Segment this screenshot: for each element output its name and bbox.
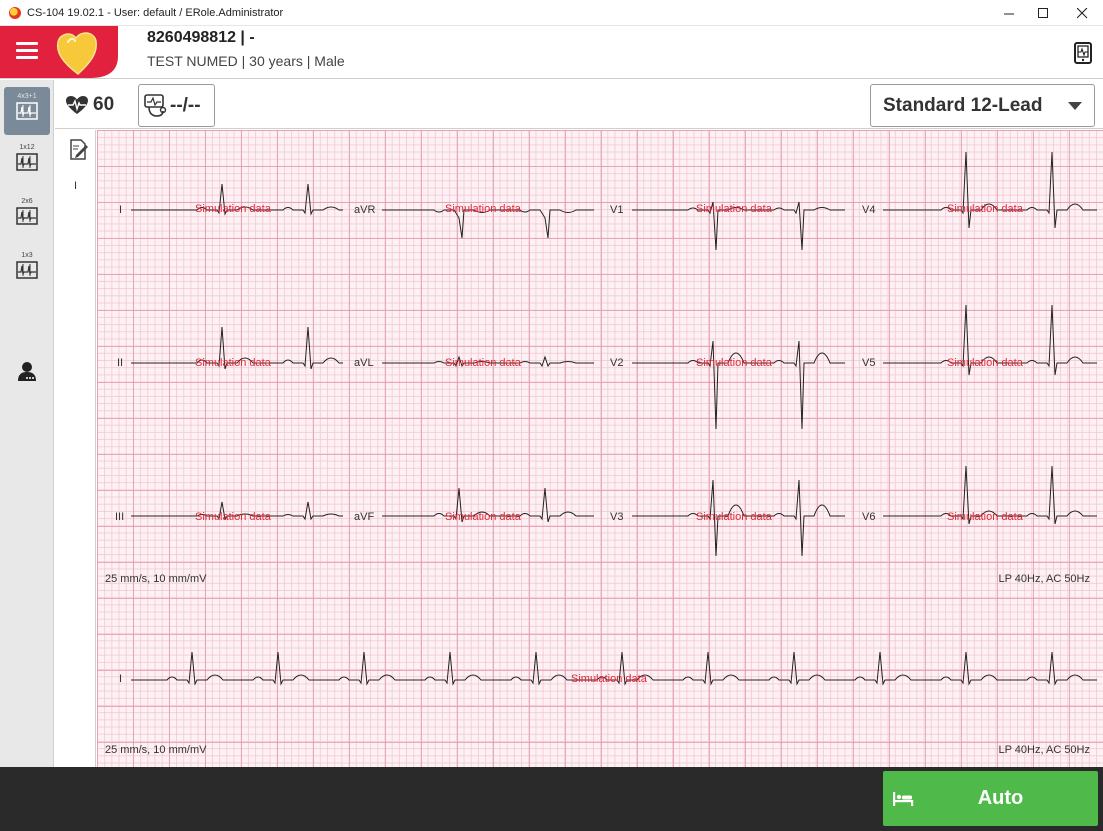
hamburger-menu-icon[interactable] — [16, 42, 38, 60]
simulation-label: Simulation data — [445, 511, 521, 523]
edit-report-icon[interactable] — [67, 138, 89, 160]
sidebar-item-label: 1x3 — [21, 252, 33, 259]
lead-label-V3: V3 — [610, 511, 624, 523]
bottom-bar: Auto — [0, 767, 1103, 831]
speed-info: 25 mm/s, 10 mm/mV — [105, 573, 207, 585]
ecg-traces — [131, 151, 1097, 686]
tablet-device-icon[interactable] — [1073, 42, 1093, 64]
maximize-button[interactable] — [1024, 0, 1062, 26]
auto-button[interactable]: Auto — [883, 771, 1098, 826]
app-header: 8260498812 | - TEST NUMED | 30 years | M… — [0, 26, 1103, 79]
ecg-layout-icon — [16, 261, 38, 279]
app-logo-icon — [9, 6, 21, 19]
lead-label-III: III — [115, 511, 125, 523]
sidebar-item-label: 1x12 — [19, 144, 35, 151]
maximize-icon — [1037, 7, 1048, 18]
blood-pressure-button[interactable]: --/-- — [138, 84, 215, 127]
close-button[interactable] — [1063, 0, 1101, 26]
sidebar-item-label: 4x3+1 — [17, 93, 37, 100]
lead-label-II: II — [117, 357, 124, 369]
speed-info: 25 mm/s, 10 mm/mV — [105, 744, 207, 756]
minimize-icon — [1003, 13, 1014, 14]
heart-logo-icon — [56, 30, 98, 74]
rhythm-marker: I — [74, 180, 78, 192]
simulation-label: Simulation data — [445, 203, 521, 215]
sidebar-item-label: 2x6 — [21, 198, 33, 205]
window-titlebar: CS-104 19.02.1 - User: default / ERole.A… — [0, 0, 1103, 26]
sidebar-item-4x3-1[interactable]: 4x3+1 — [4, 87, 50, 135]
simulation-label: Simulation data — [696, 511, 772, 523]
simulation-label: Simulation data — [195, 203, 271, 215]
lead-label-V6: V6 — [862, 511, 876, 523]
simulation-label: Simulation data — [947, 511, 1023, 523]
window-title: CS-104 19.02.1 - User: default / ERole.A… — [27, 6, 284, 19]
ecg-trace-V2 — [632, 340, 845, 430]
lead-label-aVL: aVL — [354, 357, 374, 369]
ecg-trace-V4 — [883, 151, 1097, 229]
lead-label-V4: V4 — [862, 204, 876, 216]
lead-label-rhythm: I — [119, 673, 123, 685]
simulation-label: Simulation data — [696, 357, 772, 369]
sidebar-item-1x3[interactable]: 1x3 — [4, 246, 50, 294]
filter-info: LP 40Hz, AC 50Hz — [998, 744, 1090, 756]
ecg-layout-icon — [16, 153, 38, 171]
simulation-label: Simulation data — [571, 673, 647, 685]
lead-mode-value: Standard 12-Lead — [883, 94, 1043, 116]
user-icon[interactable] — [16, 361, 38, 383]
lead-mode-select[interactable]: Standard 12-Lead — [870, 84, 1095, 127]
layout-sidebar: 4x3+1 1x12 2x6 1x3 — [0, 80, 54, 767]
patient-id: 8260498812 | - — [147, 29, 255, 46]
simulation-label: Simulation data — [947, 357, 1023, 369]
heart-rate-display: 60 — [65, 94, 114, 116]
simulation-label: Simulation data — [947, 203, 1023, 215]
sidebar-item-1x12[interactable]: 1x12 — [4, 138, 50, 186]
ecg-layout-icon — [16, 102, 38, 120]
filter-info: LP 40Hz, AC 50Hz — [998, 573, 1090, 585]
lead-label-aVR: aVR — [354, 204, 376, 216]
simulation-label: Simulation data — [195, 511, 271, 523]
brand-banner — [0, 26, 118, 78]
blood-pressure-icon — [144, 93, 167, 117]
lead-label-V1: V1 — [610, 204, 624, 216]
blood-pressure-value: --/-- — [170, 94, 201, 116]
heart-rate-value: 60 — [93, 94, 115, 115]
auto-button-label: Auto — [977, 787, 1024, 809]
ecg-layout-icon — [16, 207, 38, 225]
simulation-label: Simulation data — [195, 357, 271, 369]
minimize-button[interactable] — [990, 0, 1028, 26]
ecg-toolbar: 60 --/-- Standard 12-Lead — [55, 80, 1103, 129]
patient-info: TEST NUMED | 30 years | Male — [147, 53, 345, 69]
ecg-grid[interactable]: I aVR V1 V4 II aVL V2 V5 III aVF V3 V6 I… — [97, 130, 1103, 767]
tools-column: I — [55, 130, 96, 767]
simulation-label: Simulation data — [445, 357, 521, 369]
lead-label-I: I — [119, 204, 123, 216]
simulation-label: Simulation data — [696, 203, 772, 215]
close-icon — [1076, 7, 1087, 18]
sidebar-item-2x6[interactable]: 2x6 — [4, 192, 50, 240]
lead-label-V5: V5 — [862, 357, 876, 369]
lead-label-aVF: aVF — [354, 511, 375, 523]
chevron-down-icon — [1068, 102, 1082, 110]
heart-pulse-icon — [66, 96, 88, 114]
lead-label-V2: V2 — [610, 357, 624, 369]
